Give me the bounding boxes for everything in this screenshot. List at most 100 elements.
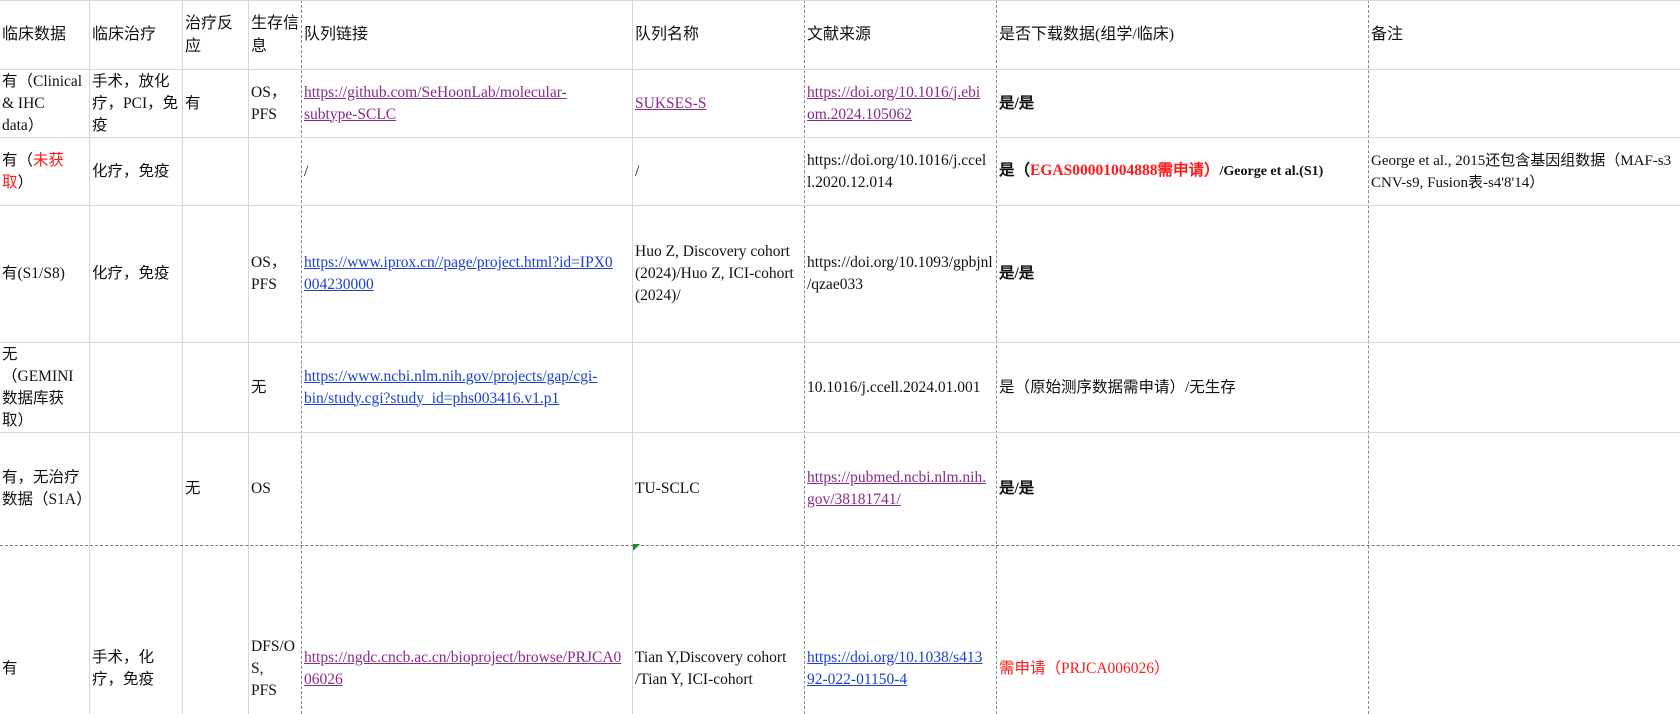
cell-text: /George et al.(S1): [1219, 164, 1324, 179]
cell-text: DFS/O S, PFS: [251, 638, 295, 699]
cell-source[interactable]: https://doi.org/10.1016/j.ebi om.2024.10…: [805, 70, 996, 137]
cell-cohort-link[interactable]: /: [302, 138, 632, 205]
cell-survival[interactable]: OS: [249, 433, 301, 545]
cell-survival[interactable]: OS， PFS: [249, 206, 301, 342]
cell-text: 是/是: [999, 265, 1035, 282]
cell-cohort-link[interactable]: https://www.ncbi.nlm.nih.gov/projects/ga…: [302, 343, 632, 432]
cell-clinical[interactable]: 有: [0, 546, 89, 714]
cohort-name-link[interactable]: SUKSES-S: [635, 95, 707, 112]
cell-text: https://doi.org/10.1093/gpbjnl /qzae033: [807, 254, 993, 293]
cell-treatment[interactable]: 手术，化 疗，免疫: [90, 546, 182, 714]
header-label: 治疗反 应: [185, 14, 234, 55]
cell-cohort-link[interactable]: https://github.com/SeHoonLab/molecular- …: [302, 70, 632, 137]
cell-note[interactable]: [1369, 546, 1680, 714]
header-cohort-link[interactable]: 队列链接: [302, 0, 632, 69]
cell-text: https://doi.org/10.1016/j.ccel l.2020.12…: [807, 151, 987, 191]
cell-note[interactable]: [1369, 206, 1680, 342]
cell-cohort-name[interactable]: /: [633, 138, 804, 205]
cell-download[interactable]: 是/是: [997, 70, 1368, 137]
header-label: 生存信 息: [251, 14, 300, 55]
cell-treatment[interactable]: [90, 343, 182, 432]
cell-treatment[interactable]: 手术，放化 疗，PCI，免 疫: [90, 70, 182, 137]
cell-text: 无 （GEMINI 数据库获 取）: [2, 345, 74, 429]
cell-note[interactable]: [1369, 343, 1680, 432]
cell-text: 有（Clinical & IHC data）: [2, 72, 83, 134]
cell-cohort-name[interactable]: SUKSES-S: [633, 70, 804, 137]
source-link[interactable]: https://pubmed.ncbi.nlm.nih. gov/3818174…: [807, 469, 986, 508]
header-literature-source[interactable]: 文献来源: [805, 0, 996, 69]
header-label: 队列名称: [635, 26, 700, 43]
cohort-link[interactable]: https://www.iprox.cn//page/project.html?…: [304, 254, 613, 293]
cell-text: 有，无治疗 数据（S1A）: [2, 469, 92, 508]
cell-text: TU-SCLC: [635, 480, 700, 497]
cell-response[interactable]: 有: [183, 70, 248, 137]
cell-download[interactable]: 是（EGAS00001004888需申请）/George et al.(S1): [997, 138, 1368, 205]
cohort-link[interactable]: https://ngdc.cncb.ac.cn/bioproject/brows…: [304, 649, 621, 688]
cell-cohort-link[interactable]: https://ngdc.cncb.ac.cn/bioproject/brows…: [302, 546, 632, 714]
cell-response[interactable]: [183, 138, 248, 205]
cell-response[interactable]: [183, 546, 248, 714]
cell-download[interactable]: 需申请（PRJCA006026）: [997, 546, 1368, 714]
cell-response[interactable]: [183, 343, 248, 432]
header-label: 队列链接: [304, 26, 369, 43]
cell-note[interactable]: [1369, 433, 1680, 545]
header-download-status[interactable]: 是否下载数据(组学/临床): [997, 0, 1368, 69]
cell-clinical[interactable]: 有，无治疗 数据（S1A）: [0, 433, 92, 545]
cell-survival[interactable]: [249, 138, 301, 205]
header-notes[interactable]: 备注: [1369, 0, 1680, 69]
header-label: 备注: [1371, 26, 1404, 43]
cell-text: Tian Y,Discovery cohort /Tian Y, ICI-coh…: [635, 649, 787, 688]
source-link[interactable]: https://doi.org/10.1038/s413 92-022-0115…: [807, 649, 982, 688]
cell-download[interactable]: 是/是: [997, 206, 1368, 342]
source-link[interactable]: https://doi.org/10.1016/j.ebi om.2024.10…: [807, 84, 980, 123]
cell-clinical[interactable]: 有（Clinical & IHC data）: [0, 70, 89, 137]
cell-cohort-name[interactable]: Tian Y,Discovery cohort /Tian Y, ICI-coh…: [633, 546, 804, 714]
cell-text: 手术，化 疗，免疫: [92, 649, 155, 688]
cell-clinical[interactable]: 无 （GEMINI 数据库获 取）: [0, 343, 89, 432]
cell-note[interactable]: George et al., 2015还包含基因组数据（MAF-s3 CNV-s…: [1369, 138, 1680, 205]
cell-response[interactable]: [183, 206, 248, 342]
header-clinical-treatment[interactable]: 临床治疗: [90, 0, 182, 69]
cell-source[interactable]: https://pubmed.ncbi.nlm.nih. gov/3818174…: [805, 433, 996, 545]
header-label: 文献来源: [807, 26, 872, 43]
cell-cohort-name[interactable]: [633, 343, 804, 432]
cell-note[interactable]: [1369, 70, 1680, 137]
cell-survival[interactable]: OS， PFS: [249, 70, 301, 137]
cell-text: 有: [2, 660, 18, 677]
header-cohort-name[interactable]: 队列名称: [633, 0, 804, 69]
cell-source[interactable]: https://doi.org/10.1093/gpbjnl /qzae033: [805, 206, 996, 342]
cell-download[interactable]: 是（原始测序数据需申请）/无生存: [997, 343, 1368, 432]
cell-treatment[interactable]: 化疗，免疫: [90, 138, 182, 205]
cell-cohort-link[interactable]: [302, 433, 632, 545]
cell-text: 无: [185, 480, 201, 497]
cell-survival[interactable]: 无: [249, 343, 301, 432]
cell-cohort-name[interactable]: Huo Z, Discovery cohort (2024)/Huo Z, IC…: [633, 206, 804, 342]
highlighted-text: EGAS00001004888需申请）: [1030, 162, 1220, 179]
cell-clinical[interactable]: 有（未获 取）: [0, 138, 89, 205]
cell-text: George et al., 2015还包含基因组数据（MAF-s3 CNV-s…: [1371, 152, 1672, 191]
cell-source[interactable]: 10.1016/j.ccell.2024.01.001: [805, 343, 996, 432]
cell-text: OS: [251, 480, 271, 497]
cell-response[interactable]: 无: [183, 433, 248, 545]
cell-text: 化疗，免疫: [92, 265, 170, 282]
header-survival-info[interactable]: 生存信 息: [249, 0, 301, 69]
cell-treatment[interactable]: 化疗，免疫: [90, 206, 182, 342]
cell-source[interactable]: https://doi.org/10.1038/s413 92-022-0115…: [805, 546, 996, 714]
cell-text: OS， PFS: [251, 83, 287, 123]
cell-download[interactable]: 是/是: [997, 433, 1368, 545]
cell-text: 需申请（PRJCA006026）: [999, 660, 1170, 677]
cell-cohort-name[interactable]: TU-SCLC: [633, 433, 804, 545]
cell-cohort-link[interactable]: https://www.iprox.cn//page/project.html?…: [302, 206, 632, 342]
header-treatment-response[interactable]: 治疗反 应: [183, 0, 248, 69]
cohort-link[interactable]: https://github.com/SeHoonLab/molecular- …: [304, 84, 567, 123]
cell-text: 有（: [2, 151, 34, 169]
cell-clinical[interactable]: 有(S1/S8): [0, 206, 89, 342]
cell-text: ）: [17, 173, 34, 191]
cohort-link[interactable]: https://www.ncbi.nlm.nih.gov/projects/ga…: [304, 368, 597, 407]
cell-survival[interactable]: DFS/O S, PFS: [249, 546, 301, 714]
cell-text: Huo Z, Discovery cohort (2024)/Huo Z, IC…: [635, 243, 794, 304]
cell-source[interactable]: https://doi.org/10.1016/j.ccel l.2020.12…: [805, 138, 996, 205]
header-clinical-data[interactable]: 临床数据: [0, 0, 89, 69]
header-label: 是否下载数据(组学/临床): [999, 26, 1175, 43]
cell-treatment[interactable]: [90, 433, 182, 545]
